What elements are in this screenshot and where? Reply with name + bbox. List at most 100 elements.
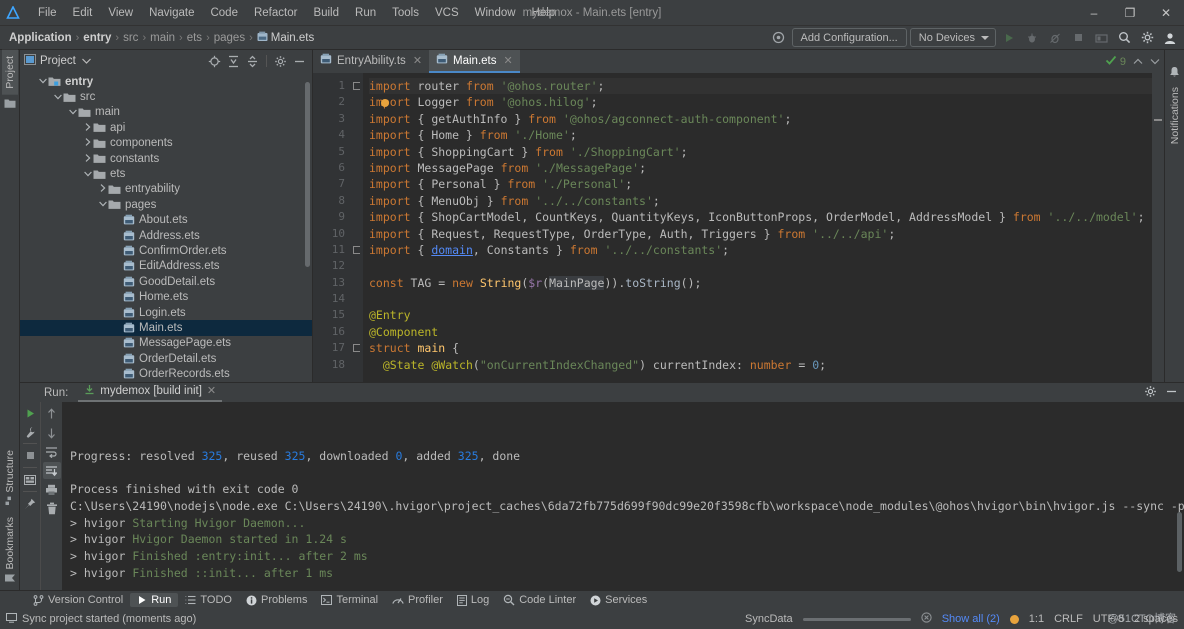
toolwindow-code-linter[interactable]: Code Linter: [496, 593, 583, 607]
chevron-right-icon[interactable]: [83, 138, 93, 148]
run-icon[interactable]: [999, 28, 1019, 48]
editor-area[interactable]: 1 2 3 4 5 6 7 8 9 10 11 12 13 14 15 16 17 18 import route…: [313, 73, 1164, 382]
tree-item[interactable]: Address.ets: [20, 228, 312, 243]
toolwindow-profiler[interactable]: Profiler: [385, 593, 450, 607]
code-line[interactable]: const TAG = new String($r(MainPage)).toS…: [369, 275, 1152, 291]
code-line[interactable]: import { domain, Constants } from '../..…: [369, 242, 1152, 258]
code-line[interactable]: import { MenuObj } from '../../constants…: [369, 193, 1152, 209]
maximize-icon[interactable]: ❐: [1112, 0, 1148, 26]
device-selector[interactable]: No Devices: [909, 28, 996, 47]
expand-all-icon[interactable]: [225, 53, 242, 70]
editor-inspection-widget[interactable]: 9: [1105, 50, 1164, 73]
trash-icon[interactable]: [43, 500, 61, 517]
breadcrumb-item-main[interactable]: main: [147, 32, 178, 44]
close-icon[interactable]: ✕: [1148, 0, 1184, 26]
print-icon[interactable]: [43, 481, 61, 498]
gear-icon[interactable]: [272, 53, 289, 70]
chevron-down-icon[interactable]: [83, 170, 93, 179]
collapse-all-icon[interactable]: [244, 53, 261, 70]
tree-item[interactable]: OrderDetail.ets: [20, 351, 312, 366]
fold-marker[interactable]: [351, 340, 363, 356]
code-line[interactable]: import { Personal } from './Personal';: [369, 176, 1152, 192]
device-manager-icon[interactable]: [1091, 28, 1111, 48]
tree-item[interactable]: constants: [20, 151, 312, 166]
toolwindow-log[interactable]: Log: [450, 593, 496, 607]
debug-icon[interactable]: [1022, 28, 1042, 48]
chevron-down-icon[interactable]: [68, 108, 78, 117]
tree-item[interactable]: entryability: [20, 182, 312, 197]
code-line[interactable]: @Component: [369, 324, 1152, 340]
tree-item[interactable]: entry: [20, 74, 312, 89]
console-output[interactable]: Progress: resolved 325, reused 325, down…: [62, 402, 1184, 590]
breadcrumb-item-pages[interactable]: pages: [211, 32, 248, 44]
chevron-right-icon[interactable]: [83, 123, 93, 133]
chevron-right-icon[interactable]: [83, 153, 93, 164]
code-folding-gutter[interactable]: [351, 73, 363, 382]
code-line[interactable]: @Entry: [369, 307, 1152, 323]
code-line[interactable]: [369, 258, 1152, 274]
chevron-right-icon[interactable]: [98, 184, 108, 194]
close-tab-icon[interactable]: ✕: [207, 384, 216, 397]
menu-window[interactable]: Window: [467, 4, 524, 22]
code-line[interactable]: import { Home } from './Home';: [369, 127, 1152, 143]
file-encoding[interactable]: UTF-8: [1093, 613, 1124, 625]
code-line[interactable]: import Logger from '@ohos.hilog';: [369, 94, 1152, 110]
code-line[interactable]: import { ShopCartModel, CountKeys, Quant…: [369, 209, 1152, 225]
tree-item[interactable]: OrderRecords.ets: [20, 366, 312, 381]
menu-run[interactable]: Run: [347, 4, 384, 22]
menu-edit[interactable]: Edit: [65, 4, 101, 22]
add-configuration-button[interactable]: Add Configuration...: [791, 28, 907, 47]
run-configuration-tab[interactable]: mydemox [build init] ✕: [78, 384, 223, 402]
menu-build[interactable]: Build: [305, 4, 347, 22]
code-line[interactable]: @State @Watch("onCurrentIndexChanged") c…: [369, 357, 1152, 373]
project-panel-dropdown-icon[interactable]: [81, 55, 91, 67]
toolwindow-services[interactable]: Services: [583, 593, 654, 607]
caret-position[interactable]: 1:1: [1029, 613, 1044, 625]
tree-item[interactable]: ConfirmOrder.ets: [20, 243, 312, 258]
stop-icon[interactable]: [1068, 28, 1088, 48]
chevron-down-icon[interactable]: [38, 77, 48, 86]
hide-run-panel-icon[interactable]: [1165, 385, 1178, 401]
console-scrollbar[interactable]: [1177, 512, 1182, 572]
cancel-sync-icon[interactable]: [921, 612, 932, 626]
hide-panel-icon[interactable]: [291, 53, 308, 70]
toolwindow-todo[interactable]: TODO: [178, 593, 239, 607]
search-icon[interactable]: [1114, 28, 1134, 48]
locate-icon[interactable]: [206, 53, 223, 70]
sidebar-tab-project[interactable]: Project: [1, 50, 18, 95]
pin-icon[interactable]: [21, 495, 39, 512]
tree-item[interactable]: api: [20, 120, 312, 135]
tree-item[interactable]: Home.ets: [20, 289, 312, 304]
scroll-up-icon[interactable]: [43, 405, 61, 422]
chevron-down-icon[interactable]: [53, 93, 63, 102]
menu-navigate[interactable]: Navigate: [141, 4, 202, 22]
editor-tab-main-ets[interactable]: Main.ets ✕: [429, 50, 520, 73]
fold-marker[interactable]: [351, 242, 363, 258]
code-line[interactable]: [369, 291, 1152, 307]
rerun-icon[interactable]: [21, 405, 39, 422]
soft-wrap-icon[interactable]: [43, 443, 61, 460]
tree-item[interactable]: MessagePage.ets: [20, 336, 312, 351]
profile-icon[interactable]: [1045, 28, 1065, 48]
code-line[interactable]: import { getAuthInfo } from '@ohos/agcon…: [369, 111, 1152, 127]
tree-item-selected[interactable]: Main.ets: [20, 320, 312, 336]
code-line[interactable]: import router from '@ohos.router';: [369, 78, 1152, 95]
tree-item[interactable]: ets: [20, 166, 312, 181]
scroll-down-icon[interactable]: [43, 424, 61, 441]
settings-sync-icon[interactable]: [769, 28, 789, 48]
toolwindow-run[interactable]: Run: [130, 593, 179, 607]
menu-vcs[interactable]: VCS: [427, 4, 467, 22]
menu-view[interactable]: View: [100, 4, 141, 22]
code-line[interactable]: struct main {: [369, 340, 1152, 356]
stop-icon[interactable]: [21, 447, 39, 464]
close-tab-icon[interactable]: ✕: [413, 54, 422, 67]
editor-error-stripe[interactable]: [1152, 73, 1164, 382]
code-line[interactable]: import { ShoppingCart } from './Shopping…: [369, 144, 1152, 160]
tree-item[interactable]: GoodDetail.ets: [20, 274, 312, 289]
scroll-to-end-icon[interactable]: [42, 462, 61, 479]
tree-item[interactable]: pages: [20, 197, 312, 212]
code-line[interactable]: import { Request, RequestType, OrderType…: [369, 226, 1152, 242]
prev-problem-icon[interactable]: [1133, 56, 1143, 68]
sidebar-tab-notifications[interactable]: Notifications: [1167, 81, 1183, 146]
editor-tab-entryability-ts[interactable]: EntryAbility.ts ✕: [313, 50, 429, 73]
